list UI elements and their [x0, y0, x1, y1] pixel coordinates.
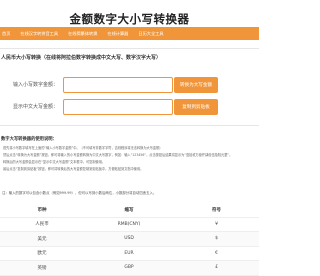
- converter-panel: 人民币大小写转换（在线将阿拉伯数字转换成中文大写、数字汉字大写） 输入小写数字金…: [0, 48, 259, 126]
- instruction-line: 首先将小写数字填写在上面的“输入小写数字金额”中。（不可填写非数字字符，否则程序…: [3, 146, 163, 150]
- converter-title: 人民币大小写转换（在线将阿拉伯数字转换成中文大写、数字汉字大写）: [1, 55, 162, 61]
- site-title: 金额数字大小写转换器: [69, 12, 190, 26]
- table-cell: EUR: [84, 246, 174, 261]
- decimal-note: 注：输入的数字可以包含小数点（例如999.99），但可以写到小数后两位，小数部分…: [2, 191, 157, 195]
- table-cell: RMB(CNY): [84, 217, 174, 232]
- convert-button[interactable]: 转换为大写金额: [174, 77, 218, 93]
- currency-table: 币种 缩写 符号 人民币 RMB(CNY) ¥ 美元 USD $ 欧元 EUR …: [0, 203, 259, 276]
- page-header: 金额数字大小写转换器: [0, 0, 259, 26]
- instruction-line: 然后点击“转换为大写金额”按钮，即可将输入的小写金额转换为中文大写数字，例如：输…: [3, 153, 233, 157]
- column-header: 币种: [0, 203, 84, 218]
- nav-item-calculator[interactable]: 在线计算器: [107, 31, 128, 37]
- table-row: 英镑 GBP £: [0, 260, 259, 276]
- table-row: 美元 USD $: [0, 231, 259, 247]
- table-cell: £: [174, 260, 259, 276]
- copy-button[interactable]: 复制到剪贴板: [174, 99, 218, 115]
- table-cell: €: [174, 246, 259, 261]
- amount-input[interactable]: [63, 77, 173, 93]
- table-row: 人民币 RMB(CNY) ¥: [0, 217, 259, 232]
- table-cell: GBP: [84, 260, 174, 276]
- input-label: 输入小写数字金额：: [12, 82, 58, 88]
- main-nav: 首页 在线汉字转拼音工具 在线简繁体转换 在线计算器 日历大全工具: [0, 27, 259, 40]
- table-cell: $: [174, 231, 259, 247]
- instructions-section: 数字大写转换器的使用说明： 首先将小写数字填写在上面的“输入小写数字金额”中。（…: [0, 127, 259, 212]
- column-header: 符号: [174, 203, 259, 218]
- nav-item-home[interactable]: 首页: [2, 31, 10, 37]
- instructions-title: 数字大写转换器的使用说明：: [1, 137, 57, 142]
- instruction-line: 最后点击“复制到剪贴板”按钮，即可将转换后的大写金额复制到剪贴板中，方便粘贴到文…: [3, 167, 144, 171]
- table-cell: 美元: [0, 231, 84, 247]
- nav-item-traditional[interactable]: 在线简繁体转换: [68, 31, 97, 37]
- table-cell: ¥: [174, 217, 259, 232]
- table-row: 欧元 EUR €: [0, 246, 259, 261]
- table-cell: 人民币: [0, 217, 84, 232]
- nav-item-pinyin[interactable]: 在线汉字转拼音工具: [20, 31, 58, 37]
- table-cell: USD: [84, 231, 174, 247]
- instruction-line: 转换后的大写金额会显示在“显示中文大写金额”文本框中，可复制使用。: [3, 160, 106, 164]
- table-cell: 英镑: [0, 260, 84, 276]
- input-row: 输入小写数字金额： 转换为大写金额: [0, 77, 259, 93]
- nav-item-calendar[interactable]: 日历大全工具: [138, 31, 163, 37]
- uppercase-output[interactable]: [63, 99, 173, 115]
- output-row: 显示中文大写金额： 复制到剪贴板: [0, 99, 259, 115]
- table-cell: 欧元: [0, 246, 84, 261]
- column-header: 缩写: [84, 203, 174, 218]
- table-header-row: 币种 缩写 符号: [0, 203, 259, 218]
- output-label: 显示中文大写金额：: [12, 104, 58, 110]
